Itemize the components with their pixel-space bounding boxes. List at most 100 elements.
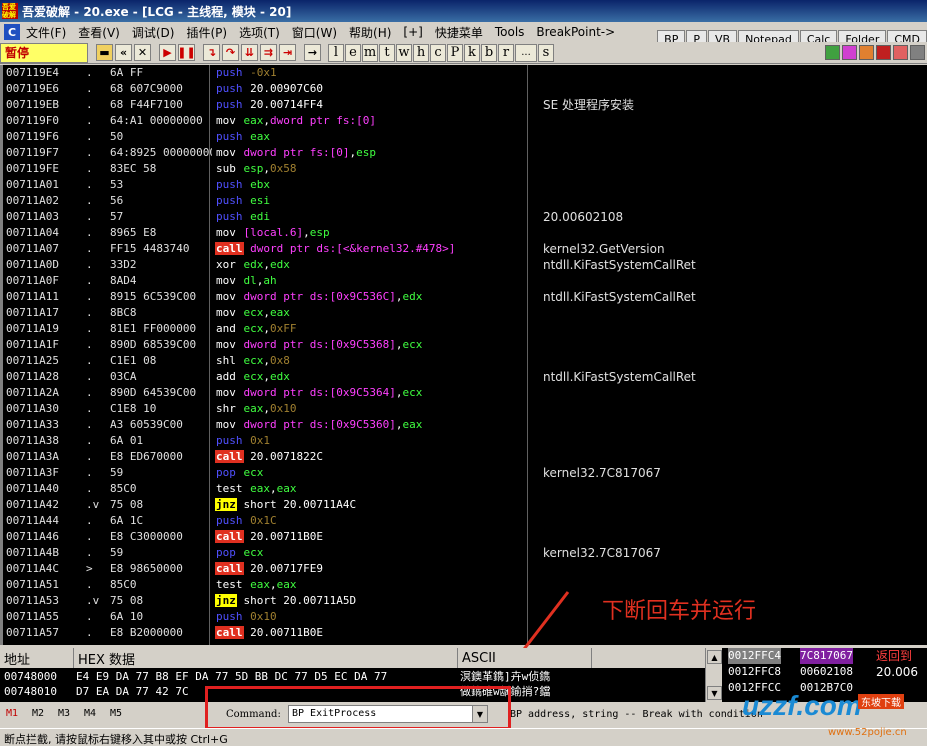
plugin-f-icon[interactable] <box>910 45 925 60</box>
disasm-row[interactable]: 00711A0F. 8AD4 mov dl,ah <box>3 273 927 289</box>
tab-m4[interactable]: M4 <box>84 708 96 719</box>
disasm-instruction: sub esp,0x58 <box>215 161 297 177</box>
tab-m1[interactable]: M1 <box>6 708 18 719</box>
disasm-row[interactable]: 00711A44. 6A 1C push 0x1C <box>3 513 927 529</box>
menu-breakpoint[interactable]: BreakPoint-> <box>530 25 621 39</box>
plugin-b-icon[interactable] <box>842 45 857 60</box>
dump-col-hex[interactable]: HEX 数据 <box>74 648 458 668</box>
plugin-d-icon[interactable] <box>876 45 891 60</box>
memory-window-button[interactable]: m <box>362 43 378 62</box>
menu-window[interactable]: 窗口(W) <box>286 24 343 41</box>
execute-till-return-icon[interactable]: ⇥ <box>279 44 296 61</box>
disasm-row[interactable]: 00711A4C > E8 98650000 call 20.00717FE9 <box>3 561 927 577</box>
disasm-row[interactable]: 007119F7. 64:8925 00000000 mov dword ptr f… <box>3 145 927 161</box>
handles-window-button[interactable]: h <box>413 43 429 62</box>
disasm-row[interactable]: 007119F6. 50 push eax <box>3 129 927 145</box>
disasm-row[interactable]: 00711A3F. 59 pop ecx kernel32.7C817067 <box>3 465 927 481</box>
plugin-e-icon[interactable] <box>893 45 908 60</box>
menu-view[interactable]: 查看(V) <box>72 24 126 41</box>
scroll-down-icon[interactable]: ▼ <box>707 686 722 700</box>
disasm-row[interactable]: 00711A30. C1E8 10 shr eax,0x10 <box>3 401 927 417</box>
disasm-row[interactable]: 00711A03. 57 push edi 20.00602108 <box>3 209 927 225</box>
stack-row[interactable]: 0012FFC8 00602108 20.006 <box>724 664 927 680</box>
disasm-marker: . <box>86 178 93 191</box>
disasm-instruction: push 0x1 <box>215 433 270 449</box>
disasm-row[interactable]: 00711A02. 56 push esi <box>3 193 927 209</box>
plugin-a-icon[interactable] <box>825 45 840 60</box>
patches-window-button[interactable]: P <box>447 43 463 62</box>
disasm-row[interactable]: 00711A55. 6A 10 push 0x10 <box>3 609 927 625</box>
tab-m2[interactable]: M2 <box>32 708 44 719</box>
disasm-row[interactable]: 00711A04. 8965 E8 mov [local.6],esp <box>3 225 927 241</box>
disasm-row[interactable]: 00711A2A. 890D 64539C00 mov dword ptr ds:[… <box>3 385 927 401</box>
disasm-row[interactable]: 00711A17. 8BC8 mov ecx,eax <box>3 305 927 321</box>
log-window-button[interactable]: l <box>328 43 344 62</box>
disasm-row[interactable]: 00711A46. E8 C3000000 call 20.00711B0E <box>3 529 927 545</box>
trace-into-icon[interactable]: ⇊ <box>241 44 258 61</box>
step-over-icon[interactable]: ↷ <box>222 44 239 61</box>
disasm-row[interactable]: 00711A0D. 33D2 xor edx,edx ntdll.KiFastSyst… <box>3 257 927 273</box>
disasm-row[interactable]: 00711A53 .v 75 08 jnz short 20.00711A5D <box>3 593 927 609</box>
cpu-window-button[interactable]: c <box>430 43 446 62</box>
pause-icon[interactable]: ❚❚ <box>177 44 196 61</box>
menu-expand[interactable]: [+] <box>397 25 428 39</box>
references-window-button[interactable]: r <box>498 43 514 62</box>
windows-window-button[interactable]: w <box>396 43 412 62</box>
stack-row[interactable]: 0012FFC4 7C817067 返回到 <box>724 648 927 664</box>
goto-icon[interactable]: → <box>304 44 321 61</box>
disasm-row[interactable]: 007119E4. 6A FF push -0x1 <box>3 65 927 81</box>
menu-help[interactable]: 帮助(H) <box>343 24 397 41</box>
disasm-row[interactable]: 00711A3A. E8 ED670000 call 20.0071822C <box>3 449 927 465</box>
disasm-row[interactable]: 00711A1F. 890D 68539C00 mov dword ptr ds:[… <box>3 337 927 353</box>
run-icon[interactable]: ▶ <box>159 44 176 61</box>
disasm-row[interactable]: 00711A42 .v 75 08 jnz short 20.00711A4C <box>3 497 927 513</box>
dump-scrollbar[interactable]: ▲ ▼ <box>705 648 722 702</box>
dump-col-ascii[interactable]: ASCII <box>458 648 592 668</box>
disasm-comment: kernel32.7C817067 <box>543 546 661 560</box>
dump-row[interactable]: 00748000 E4 E9 DA 77 B8 EF DA 77 5D BB D… <box>0 669 705 684</box>
menu-quick[interactable]: 快捷菜单 <box>429 24 489 41</box>
run-trace-window-button[interactable]: ... <box>515 43 537 62</box>
step-into-icon[interactable]: ↴ <box>203 44 220 61</box>
disasm-operand: , <box>270 482 277 495</box>
disasm-row[interactable]: 00711A07. FF15 4483740 call dword ptr ds:[… <box>3 241 927 257</box>
dump-col-address[interactable]: 地址 <box>0 648 74 668</box>
scroll-up-icon[interactable]: ▲ <box>707 650 722 664</box>
disasm-row[interactable]: 00711A57. E8 B2000000 call 20.00711B0E <box>3 625 927 641</box>
modules-window-button[interactable]: e <box>345 43 361 62</box>
menu-file[interactable]: 文件(F) <box>20 24 72 41</box>
disasm-row[interactable]: 00711A4B. 59 pop ecx kernel32.7C817067 <box>3 545 927 561</box>
disasm-row[interactable]: 00711A19. 81E1 FF000000 and ecx,0xFF <box>3 321 927 337</box>
disasm-row[interactable]: 00711A28. 03CA add ecx,edx ntdll.KiFastSyst… <box>3 369 927 385</box>
tab-m5[interactable]: M5 <box>110 708 122 719</box>
disasm-row[interactable]: 00711A01. 53 push ebx <box>3 177 927 193</box>
system-menu-icon[interactable]: C <box>4 24 20 40</box>
source-window-button[interactable]: s <box>538 43 554 62</box>
menu-debug[interactable]: 调试(D) <box>126 24 181 41</box>
stack-address: 0012FFC8 <box>728 665 781 678</box>
menu-options[interactable]: 选项(T) <box>233 24 286 41</box>
disasm-row[interactable]: 00711A38. 6A 01 push 0x1 <box>3 433 927 449</box>
rewind-icon[interactable]: « <box>115 44 132 61</box>
callstack-window-button[interactable]: k <box>464 43 480 62</box>
menu-plugins[interactable]: 插件(P) <box>180 24 233 41</box>
disasm-row[interactable]: 00711A40. 85C0 test eax,eax <box>3 481 927 497</box>
close-icon[interactable]: ✕ <box>134 44 151 61</box>
disassembly-pane[interactable]: 007119E4. 6A FF push -0x1 007119E6. 68 607C9… <box>0 65 927 645</box>
breakpoints-window-button[interactable]: b <box>481 43 497 62</box>
tab-m3[interactable]: M3 <box>58 708 70 719</box>
disasm-row[interactable]: 00711A33. A3 60539C00 mov dword ptr ds:[0x… <box>3 417 927 433</box>
menu-tools[interactable]: Tools <box>489 25 531 39</box>
disasm-row[interactable]: 00711A51. 85C0 test eax,eax <box>3 577 927 593</box>
disasm-operand: ecx <box>243 306 264 319</box>
threads-window-button[interactable]: t <box>379 43 395 62</box>
disasm-row[interactable]: 00711A11. 8915 6C539C00 mov dword ptr ds:[… <box>3 289 927 305</box>
disasm-row[interactable]: 007119EB. 68 F44F7100 push 20.00714FF4 SE 处… <box>3 97 927 113</box>
plugin-c-icon[interactable] <box>859 45 874 60</box>
disasm-row[interactable]: 007119F0. 64:A1 00000000 mov eax,dword ptr… <box>3 113 927 129</box>
open-icon[interactable]: ▬ <box>96 44 113 61</box>
disasm-row[interactable]: 007119E6. 68 607C9000 push 20.00907C60 <box>3 81 927 97</box>
trace-over-icon[interactable]: ⇉ <box>260 44 277 61</box>
disasm-row[interactable]: 007119FE. 83EC 58 sub esp,0x58 <box>3 161 927 177</box>
disasm-row[interactable]: 00711A25. C1E1 08 shl ecx,0x8 <box>3 353 927 369</box>
